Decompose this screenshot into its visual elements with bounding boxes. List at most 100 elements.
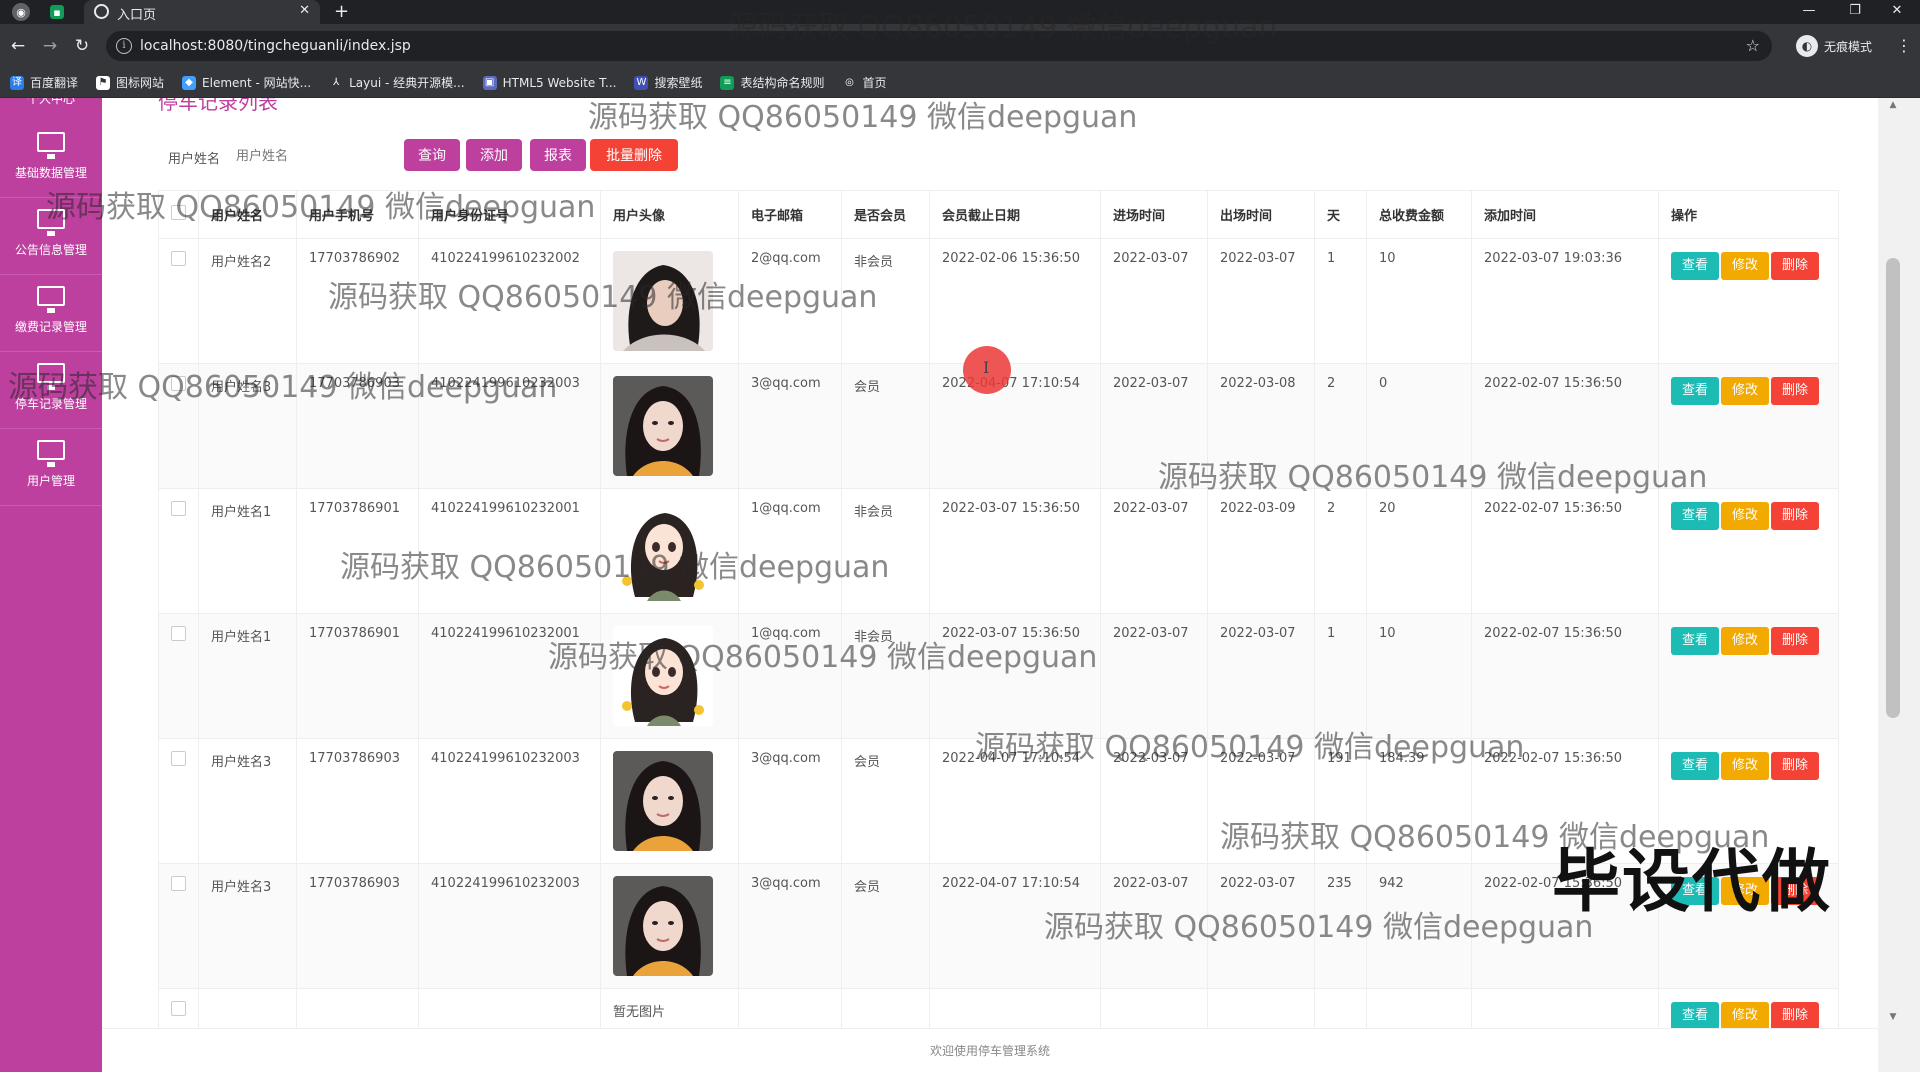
- new-tab-button[interactable]: +: [334, 0, 349, 24]
- sidebar-item-users[interactable]: 用户管理: [0, 430, 102, 506]
- avatar-cell: [600, 863, 739, 989]
- row-checkbox[interactable]: [171, 876, 186, 891]
- sidebar-item-payment[interactable]: 缴费记录管理: [0, 276, 102, 352]
- delete-button[interactable]: 删除: [1771, 502, 1819, 530]
- delete-button[interactable]: 删除: [1771, 752, 1819, 780]
- row-checkbox[interactable]: [171, 751, 186, 766]
- bookmark-item[interactable]: 译百度翻译: [10, 74, 78, 91]
- url-text[interactable]: localhost:8080/tingcheguanli/index.jsp: [140, 38, 411, 54]
- cell-enter: [1100, 988, 1208, 1031]
- bookmark-label: Layui - 经典开源模...: [349, 76, 465, 90]
- bookmark-label: 表结构命名规则: [740, 76, 825, 90]
- close-window-button[interactable]: ✕: [1874, 0, 1920, 24]
- add-button[interactable]: 添加: [466, 139, 522, 171]
- bookmark-item[interactable]: ⅄ Layui - 经典开源模...: [329, 74, 465, 91]
- site-info-icon[interactable]: i: [116, 38, 132, 54]
- sidebar-item-parking[interactable]: 停车记录管理: [0, 353, 102, 429]
- page-title: 停车记录列表: [158, 98, 278, 114]
- row-checkbox[interactable]: [171, 626, 186, 641]
- avatar: [613, 376, 713, 476]
- sidebar-item-notice[interactable]: 公告信息管理: [0, 199, 102, 275]
- avatar-cell: [600, 238, 739, 364]
- forward-icon[interactable]: →: [38, 34, 62, 58]
- cell-member: 非会员: [841, 488, 930, 614]
- cell-email: 3@qq.com: [738, 363, 842, 489]
- edit-button[interactable]: 修改: [1721, 502, 1769, 530]
- bookmark-item[interactable]: ⚑ 图标网站: [96, 74, 164, 91]
- bookmark-item[interactable]: ▣ HTML5 Website T...: [482, 75, 616, 90]
- delete-button[interactable]: 删除: [1771, 1002, 1819, 1030]
- search-input[interactable]: [236, 142, 386, 170]
- sidebar: 个人中心 基础数据管理 公告信息管理 缴费记录管理 停车记录管理 用户管理: [0, 98, 102, 1072]
- bookmark-item[interactable]: ≡ 表结构命名规则: [720, 74, 824, 91]
- actions-cell: 查看 修改 删除: [1658, 238, 1839, 364]
- delete-button[interactable]: 删除: [1771, 252, 1819, 280]
- report-button[interactable]: 报表: [530, 139, 586, 171]
- column-header: 进场时间: [1100, 190, 1208, 239]
- cell-days: 1: [1314, 613, 1367, 739]
- bookmark-item[interactable]: ◎ 首页: [842, 74, 887, 91]
- cell-days: [1314, 988, 1367, 1031]
- scroll-up-icon[interactable]: ▲: [1886, 100, 1900, 110]
- bookmark-item[interactable]: W 搜索壁纸: [634, 74, 702, 91]
- bookmark-favicon-icon: ◎: [842, 75, 857, 90]
- scroll-down-icon[interactable]: ▼: [1886, 1012, 1900, 1022]
- search-label: 用户姓名: [168, 152, 221, 167]
- monitor-icon: [37, 209, 65, 236]
- cell-name: [198, 988, 297, 1031]
- view-button[interactable]: 查看: [1671, 627, 1719, 655]
- cell-idcard: 410224199610232001: [418, 488, 601, 614]
- restore-button[interactable]: ❐: [1832, 0, 1878, 24]
- cell-phone: 17703786901: [296, 613, 419, 739]
- cell-phone: 17703786903: [296, 363, 419, 489]
- bookmark-star-icon[interactable]: ☆: [1746, 36, 1760, 55]
- tab-search-icon[interactable]: ▪: [50, 5, 64, 19]
- edit-button[interactable]: 修改: [1721, 252, 1769, 280]
- row-checkbox[interactable]: [171, 376, 186, 391]
- edit-button[interactable]: 修改: [1721, 377, 1769, 405]
- mouse-cursor-highlight: [963, 346, 1011, 394]
- menu-icon[interactable]: ⋮: [1896, 34, 1912, 58]
- sidebar-item-label: 个人中心: [26, 98, 75, 106]
- query-button[interactable]: 查询: [404, 139, 460, 171]
- cell-name: 用户姓名1: [198, 488, 297, 614]
- row-checkbox[interactable]: [171, 501, 186, 516]
- profile-label: 无痕模式: [1824, 39, 1873, 54]
- cell-expire: 2022-03-07 15:36:50: [929, 613, 1101, 739]
- actions-cell: 查看 修改 删除: [1658, 488, 1839, 614]
- scrollbar-thumb[interactable]: [1886, 258, 1900, 718]
- bookmark-label: Element - 网站快...: [202, 76, 312, 90]
- view-button[interactable]: 查看: [1671, 502, 1719, 530]
- cell-days: 1: [1314, 238, 1367, 364]
- edit-button[interactable]: 修改: [1721, 1002, 1769, 1030]
- back-icon[interactable]: ←: [6, 34, 30, 58]
- bookmarks-bar: 译百度翻译 ⚑ 图标网站 ◆ Element - 网站快... ⅄ Layui - 经典开源…: [0, 68, 1920, 98]
- sidebar-item-basic-data[interactable]: 基础数据管理: [0, 122, 102, 198]
- delete-button[interactable]: 删除: [1771, 377, 1819, 405]
- bookmark-item[interactable]: ◆ Element - 网站快...: [182, 74, 311, 91]
- delete-button[interactable]: 删除: [1771, 627, 1819, 655]
- view-button[interactable]: 查看: [1671, 252, 1719, 280]
- minimize-button[interactable]: —: [1786, 0, 1832, 24]
- select-all-checkbox[interactable]: [171, 205, 186, 220]
- browser-tab[interactable]: 入口页 ✕: [84, 0, 320, 24]
- row-checkbox[interactable]: [171, 251, 186, 266]
- reload-icon[interactable]: ↻: [70, 34, 94, 58]
- sidebar-item-personal-center[interactable]: 个人中心: [0, 98, 102, 107]
- cell-enter: 2022-03-07: [1100, 363, 1208, 489]
- cell-amount: 942: [1366, 863, 1472, 989]
- batch-delete-button[interactable]: 批量删除: [590, 139, 678, 171]
- cell-days: 2: [1314, 488, 1367, 614]
- view-button[interactable]: 查看: [1671, 1002, 1719, 1030]
- address-bar[interactable]: i localhost:8080/tingcheguanli/index.jsp…: [106, 31, 1772, 61]
- select-cell: [158, 988, 199, 1031]
- incognito-profile[interactable]: ◐ 无痕模式: [1796, 34, 1872, 58]
- tab-close-icon[interactable]: ✕: [299, 3, 310, 18]
- view-button[interactable]: 查看: [1671, 752, 1719, 780]
- page-scrollbar[interactable]: ▲ ▼: [1878, 98, 1920, 1072]
- edit-button[interactable]: 修改: [1721, 627, 1769, 655]
- row-checkbox[interactable]: [171, 1001, 186, 1016]
- view-button[interactable]: 查看: [1671, 377, 1719, 405]
- edit-button[interactable]: 修改: [1721, 752, 1769, 780]
- cell-member: 会员: [841, 863, 930, 989]
